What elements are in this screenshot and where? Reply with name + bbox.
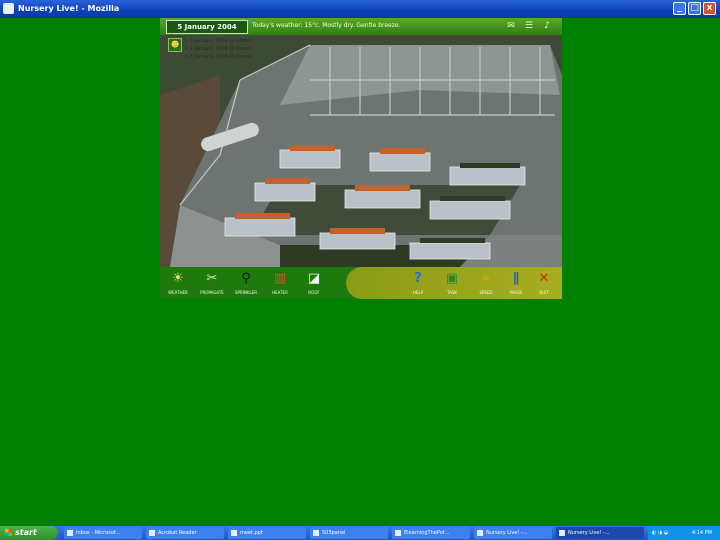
taskbar-button-label: Inbox - Microsof... [76,530,120,536]
mozilla-app-icon [3,3,14,14]
quit-button[interactable]: ✕ QUIT [526,269,562,297]
start-label: start [15,528,37,537]
system-tray: ◐ ◑ ◒ 4:14 PM [648,526,720,540]
close-button[interactable]: x [703,2,716,15]
weather-button[interactable]: ☀ WEATHER [160,269,196,297]
propagate-label: PROPAGATE [200,290,224,295]
taskbar-button[interactable]: 503panel [310,527,388,539]
app-icon [231,529,237,536]
task-button[interactable]: ▣ TASK [434,269,470,297]
heater-label: HEATER [272,290,288,295]
task-icon: ▣ [445,271,459,286]
clock: 4:14 PM [691,530,712,536]
maximize-button[interactable]: □ [688,2,701,15]
current-date: 5 January 2004 [166,20,248,34]
volume-icon[interactable]: ♪ [540,20,554,33]
speed-icon: » [481,271,491,286]
log-entry[interactable]: > 5 January 2004 (0 items) [184,38,252,44]
roof-icon: ◪ [307,271,321,286]
propagate-icon: ✂ [206,271,218,286]
app-icon [395,529,401,536]
taskbar-button-label: 503panel [322,530,346,536]
app-icon [67,529,73,536]
hint-icon[interactable]: ✉ [504,20,518,33]
start-button[interactable]: start [0,526,58,540]
taskbar-button[interactable]: ElearningThePot... [392,527,470,539]
log-entry[interactable]: > 4 January 2004 (0 items) [184,46,252,52]
taskbar-button[interactable]: meet.ppt [228,527,306,539]
app-icon [149,529,155,536]
help-icon: ? [414,271,422,286]
app-icon [313,529,319,536]
sprinkler-button[interactable]: ⚲ SPRINKLER [228,269,264,297]
taskbar-button-label: Nursery Live! -... [486,530,528,536]
heater-button[interactable]: ▥ HEATER [262,269,298,297]
taskbar-button-label: meet.ppt [240,530,263,536]
weather-report: Today's weather: 15°c. Mostly dry. Gentl… [252,22,401,29]
pause-icon: ∥ [512,271,520,286]
windows-logo-icon [5,529,12,536]
task-label: TASK [446,290,458,295]
sprinkler-label: SPRINKLER [234,290,258,295]
window-title: Nursery Live! - Mozilla [18,4,120,13]
help-button[interactable]: ? HELP [400,269,436,297]
map-icon[interactable]: ☰ [522,20,536,33]
taskbar-button[interactable]: Inbox - Microsof... [64,527,142,539]
taskbar-button-label: Nursery Live! -... [568,530,610,536]
quit-label: QUIT [539,290,549,295]
roof-label: ROOF [308,290,320,295]
tray-icons[interactable]: ◐ ◑ ◒ [652,530,668,536]
log-entry[interactable]: > 3 January 2004 (0 items) [184,54,252,60]
bottom-toolbar: ☀ WEATHER ✂ PROPAGATE ⚲ SPRINKLER ▥ HEAT… [160,267,562,299]
taskbar-button-active[interactable]: Nursery Live! -... [556,527,644,539]
nursery-game-area[interactable]: 5 January 2004 Today's weather: 15°c. Mo… [160,18,562,299]
app-icon [559,529,565,536]
taskbar-button-label: ElearningThePot... [404,530,450,536]
sprinkler-icon: ⚲ [241,271,251,286]
roof-button[interactable]: ◪ ROOF [296,269,332,297]
top-status-bar: 5 January 2004 Today's weather: 15°c. Mo… [160,18,562,35]
minimize-button[interactable]: _ [673,2,686,15]
propagate-button[interactable]: ✂ PROPAGATE [194,269,230,297]
taskbar-button[interactable]: Nursery Live! -... [474,527,552,539]
window-title-bar[interactable]: Nursery Live! - Mozilla _ □ x [0,0,720,18]
heater-icon: ▥ [273,271,287,286]
weather-label: WEATHER [168,290,188,295]
help-label: HELP [412,290,424,295]
quit-icon: ✕ [538,271,550,286]
taskbar-button-label: Acrobat Reader [158,530,197,536]
weather-icon: ☀ [172,271,184,286]
taskbar: start Inbox - Microsof... Acrobat Reader… [0,526,720,540]
event-log[interactable]: ☻ > 5 January 2004 (0 items) > 4 January… [168,38,308,76]
gardener-icon: ☻ [168,38,182,52]
app-icon [477,529,483,536]
taskbar-button[interactable]: Acrobat Reader [146,527,224,539]
